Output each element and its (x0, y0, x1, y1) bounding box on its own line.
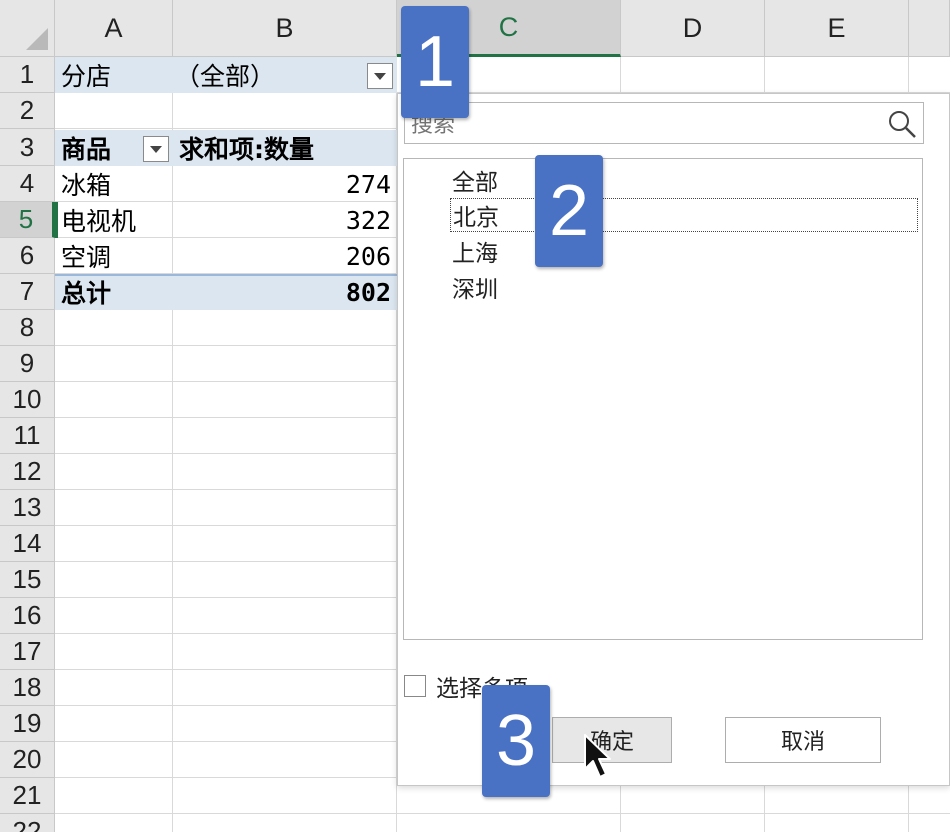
row-header-17[interactable]: 17 (0, 634, 55, 670)
pivot-item-name[interactable]: 空调 (61, 238, 171, 274)
active-row-indicator (55, 202, 397, 238)
row-header-7[interactable]: 7 (0, 274, 55, 310)
search-icon[interactable] (887, 109, 917, 139)
row-header-6[interactable]: 6 (0, 238, 55, 274)
filter-popup: 全部 北京 上海 深圳 选择多项 确定 取消 (397, 93, 950, 786)
row-header-12[interactable]: 12 (0, 454, 55, 490)
multi-select-checkbox[interactable] (404, 675, 426, 697)
pivot-item-value[interactable]: 206 (173, 238, 397, 274)
column-header-b[interactable]: B (173, 0, 397, 57)
pivot-filter-label: 分店 (61, 62, 112, 91)
search-input[interactable] (411, 111, 871, 139)
row-label-dropdown-button[interactable] (143, 136, 169, 162)
step-badge-1: 1 (401, 6, 469, 118)
select-all-triangle-icon (26, 28, 48, 50)
pivot-filter-value[interactable]: （全部） (173, 57, 363, 93)
column-header-e[interactable]: E (765, 0, 909, 57)
row-header-19[interactable]: 19 (0, 706, 55, 742)
row-header-3[interactable]: 3 (0, 129, 55, 166)
row-header-8[interactable]: 8 (0, 310, 55, 346)
row-header-14[interactable]: 14 (0, 526, 55, 562)
pivot-item-name[interactable]: 冰箱 (61, 166, 171, 202)
step-badge-2: 2 (535, 155, 603, 267)
filter-dropdown-button[interactable] (367, 63, 393, 89)
list-item-shenzhen[interactable]: 深圳 (452, 270, 498, 304)
row-header-1[interactable]: 1 (0, 57, 55, 93)
row-header-9[interactable]: 9 (0, 346, 55, 382)
pivot-total-value: 802 (345, 277, 391, 307)
list-item-shanghai[interactable]: 上海 (452, 234, 498, 268)
row-header-22[interactable]: 22 (0, 814, 55, 832)
chevron-down-icon (150, 145, 162, 153)
column-header-a[interactable]: A (55, 0, 173, 57)
pivot-item-value[interactable]: 274 (173, 166, 397, 202)
chevron-down-icon (374, 72, 386, 80)
pivot-value-header: 求和项:数量 (179, 135, 314, 164)
list-item-beijing[interactable]: 北京 (450, 198, 918, 232)
step-badge-3: 3 (482, 685, 550, 797)
row-header-16[interactable]: 16 (0, 598, 55, 634)
row-header-21[interactable]: 21 (0, 778, 55, 814)
filter-item-list: 全部 北京 上海 深圳 (403, 158, 923, 640)
row-header-2[interactable]: 2 (0, 93, 55, 129)
column-header-f[interactable] (909, 0, 950, 57)
row-header-15[interactable]: 15 (0, 562, 55, 598)
row-header-11[interactable]: 11 (0, 418, 55, 454)
row-header-10[interactable]: 10 (0, 382, 55, 418)
row-header-18[interactable]: 18 (0, 670, 55, 706)
pivot-row-header: 商品 (61, 135, 112, 164)
list-item-all[interactable]: 全部 (452, 163, 498, 197)
pivot-total-label: 总计 (61, 279, 112, 308)
column-header-d[interactable]: D (621, 0, 765, 57)
search-box (404, 102, 924, 144)
row-header-5[interactable]: 5 (0, 202, 55, 238)
row-header-13[interactable]: 13 (0, 490, 55, 526)
row-header-4[interactable]: 4 (0, 166, 55, 202)
row-header-20[interactable]: 20 (0, 742, 55, 778)
gridline (55, 813, 950, 814)
cancel-button[interactable]: 取消 (725, 717, 881, 763)
mouse-pointer-icon (584, 734, 611, 778)
select-all-corner[interactable] (0, 0, 55, 57)
